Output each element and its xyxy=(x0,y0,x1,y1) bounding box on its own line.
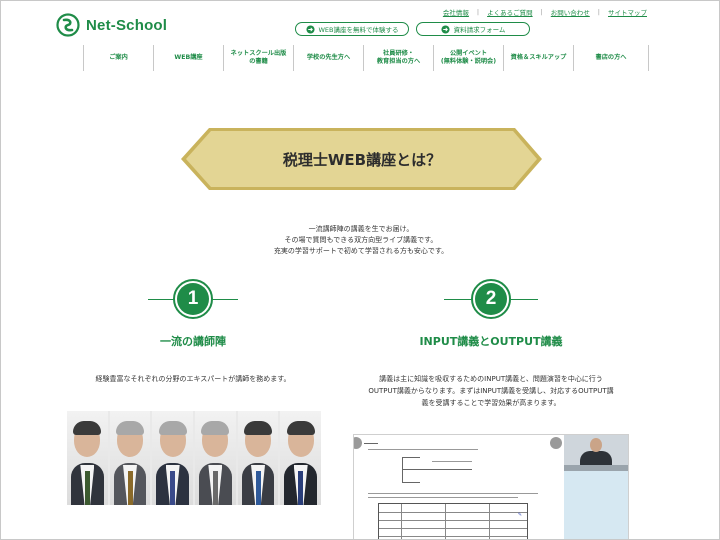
nav-item-1[interactable]: WEB講座 xyxy=(154,45,224,71)
feature-instructors: 1 一流の講師陣 経験豊富なそれぞれの分野のエキスパートが講師を務めます。 xyxy=(33,279,353,386)
arrow-right-circle-icon xyxy=(441,24,450,34)
main-nav: ご案内 WEB講座 ネットスクール出版 の書籍 学校の先生方へ 社員研修・ 教育担当の方へ公… xyxy=(83,45,649,71)
feature-description: 経験豊富なそれぞれの分野のエキスパートが講師を務めます。 xyxy=(95,375,291,383)
arrow-right-circle-icon xyxy=(305,24,315,34)
instructor-portrait xyxy=(109,411,151,505)
nav-item-6[interactable]: 資格＆スキルアップ xyxy=(504,45,574,71)
nav-item-5[interactable]: 公開イベント (無料体験・説明会) xyxy=(434,45,504,71)
logo-text: Net-School xyxy=(86,16,168,34)
instructor-portrait xyxy=(195,411,236,505)
instructor-portrait xyxy=(237,411,279,505)
brochure-request-button[interactable]: 資料請求フォーム xyxy=(416,22,530,36)
nav-item-4[interactable]: 社員研修・ 教育担当の方へ xyxy=(364,45,434,71)
lecture-document: ✎ xyxy=(362,439,554,539)
lecturer-video xyxy=(564,435,628,539)
feature-title: 一流の講師陣 xyxy=(160,335,226,348)
intro-text: 一流講師陣の講義を生でお届け。 その場で質問もできる双方向型ライブ講義です。 充… xyxy=(273,225,449,256)
feature-title: INPUT講義とOUTPUT講義 xyxy=(419,335,563,348)
instructor-portrait xyxy=(67,411,108,505)
nav-item-0[interactable]: ご案内 xyxy=(84,45,154,71)
nav-item-2[interactable]: ネットスクール出版 の書籍 xyxy=(224,45,294,71)
feature-input-output: 2 INPUT講義とOUTPUT講義 講義は主に知識を吸収するためのINPUT講… xyxy=(331,279,651,410)
link-company-info[interactable]: 会社情報 xyxy=(443,7,469,17)
page-banner: 税理士WEB講座とは？ xyxy=(181,127,543,191)
link-sitemap[interactable]: サイトマップ xyxy=(608,7,647,17)
net-school-logo-icon xyxy=(56,13,80,37)
free-trial-button[interactable]: WEB講座を無料で体験する xyxy=(295,22,409,36)
instructor-portrait xyxy=(152,411,194,505)
feature-description: 講義は主に知識を吸収するためのINPUT講義と、問題演習を中心に行う OUTPU… xyxy=(368,375,614,407)
site-logo[interactable]: Net-School xyxy=(56,13,167,37)
utility-links: 会社情報 | よくあるご質問 | お問い合わせ | サイトマップ xyxy=(442,7,647,17)
instructors-photo xyxy=(67,411,322,505)
page: Net-School 会社情報 | よくあるご質問 | お問い合わせ | サイト… xyxy=(0,0,720,540)
feature-number-badge: 1 xyxy=(173,279,213,319)
feature-number-badge: 2 xyxy=(471,279,511,319)
nav-item-3[interactable]: 学校の先生方へ xyxy=(294,45,364,71)
link-faq[interactable]: よくあるご質問 xyxy=(487,7,533,17)
instructor-portrait xyxy=(280,411,322,505)
free-trial-label: WEB講座を無料で体験する xyxy=(318,26,399,34)
link-contact[interactable]: お問い合わせ xyxy=(551,7,590,17)
brochure-request-label: 資料請求フォーム xyxy=(453,26,506,34)
page-title: 税理士WEB講座とは？ xyxy=(282,150,442,169)
lecture-screenshot: ✎ xyxy=(353,434,629,539)
nav-item-7[interactable]: 書店の方へ xyxy=(574,45,649,71)
